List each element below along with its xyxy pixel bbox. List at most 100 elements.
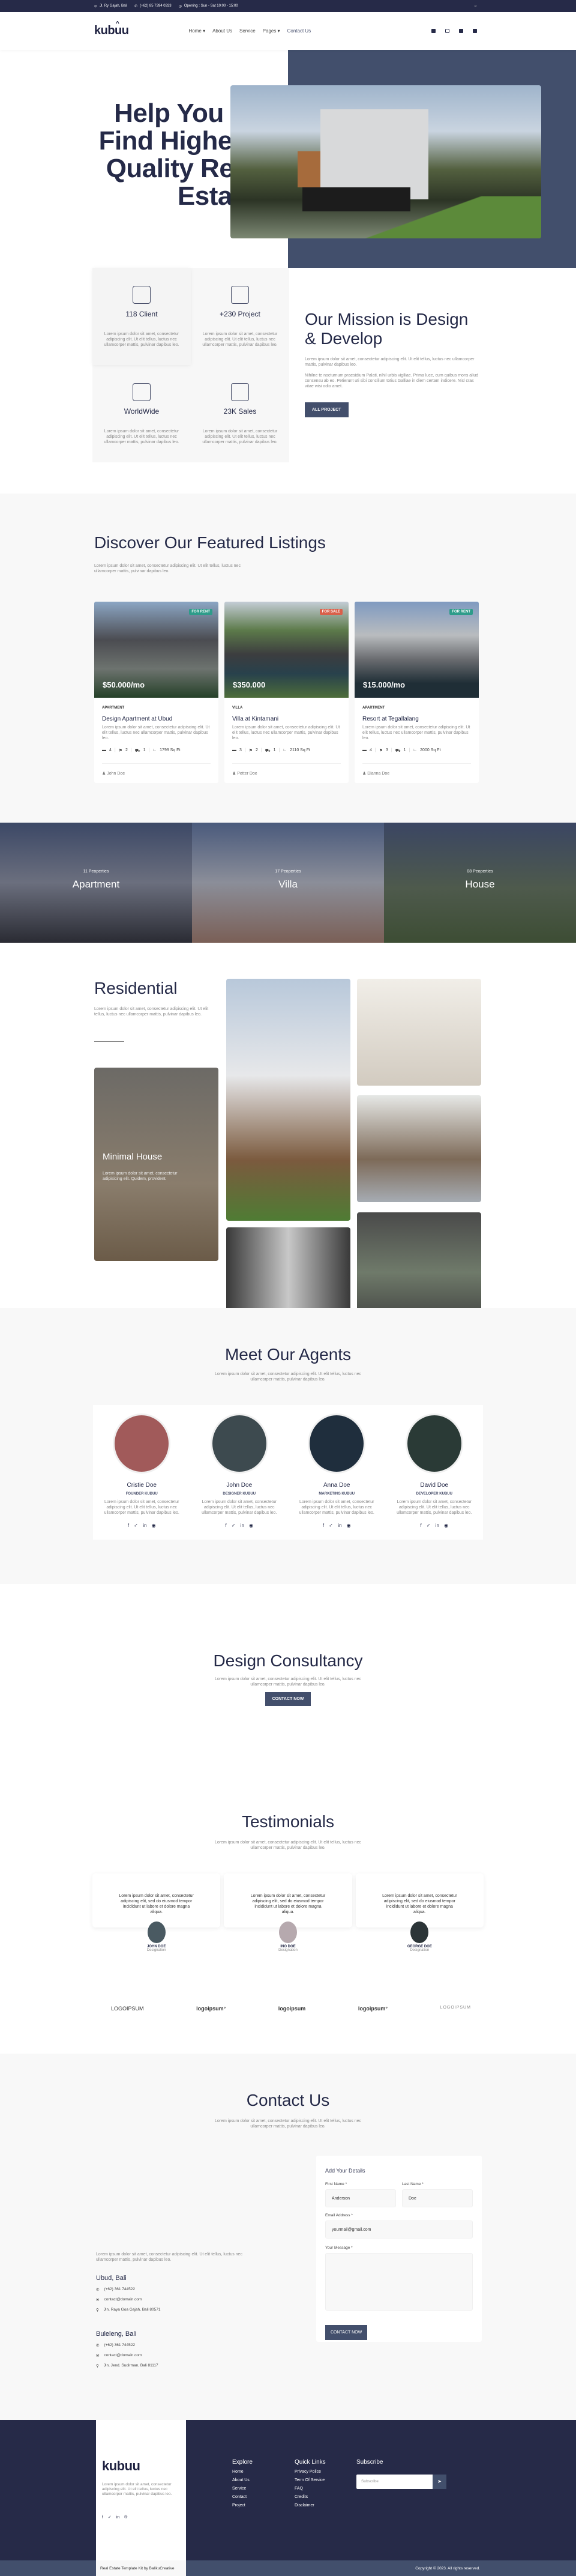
listing-cards: FOR RENT $50.000/mo APARTMENT Design Apar… [94,602,479,783]
subscribe-input[interactable]: Subscribe [356,2475,433,2489]
youtube-icon[interactable] [473,29,477,33]
testimonial-avatar [410,1921,429,1943]
footer-link[interactable]: Privacy Police [295,2470,326,2474]
car-icon: ⛟ [395,749,401,753]
mail-icon: ✉ [96,2354,100,2358]
gallery-image-living [357,979,481,1086]
category-name: Apartment [72,878,120,890]
partner-logo: logoipsum° [358,2006,388,2012]
bath-icon: ⚑ [379,749,383,753]
listings-title: Discover Our Featured Listings [94,533,326,552]
footer-link[interactable]: Disclaimer [295,2503,326,2508]
stat-card: 118 Client Lorem ipsum dolor sit amet, co… [92,268,191,365]
office-phone: ✆ (+62) 361 744522 [96,2287,135,2292]
search-icon[interactable]: ⌕ [475,3,477,9]
footer-link[interactable]: Service [232,2487,253,2491]
nav-item-contact[interactable]: Contact Us [287,28,311,34]
last-name-input[interactable]: Doe [402,2189,473,2207]
footer-link[interactable]: Contact [232,2495,253,2499]
testimonials-subtitle: Lorem ipsum dolor sit amet, consectetur … [215,1840,361,1850]
phone-icon: ✆ [134,4,138,8]
stat-text: Lorem ipsum dolor sit amet, consectetur … [104,429,179,444]
all-project-button[interactable]: ALL PROJECT [305,402,349,417]
nav-item-home[interactable]: Home ▾ [189,28,206,34]
last-name-label: Last Name * [402,2182,424,2186]
partner-logos: LOGOIPSUM logoipsum° logoipsum logoipsum… [111,2006,471,2012]
minimal-house-card[interactable]: Minimal House Lorem ipsum dolor sit amet,… [94,1068,218,1261]
location-icon: ⚲ [96,2364,99,2368]
category-house[interactable]: 08 Peoperties House [384,823,576,943]
contact-intro: Lorem ipsum dolor sit amet, consectetur … [96,2252,242,2262]
first-name-label: First Name * [325,2182,347,2186]
footer-explore: Explore Home About Us Service Contact Pr… [232,2459,253,2508]
listing-name[interactable]: Resort at Tegallalang [362,716,471,722]
message-textarea[interactable] [325,2253,473,2311]
map-icon [133,383,151,401]
consultancy-section: Design Consultancy Lorem ipsum dolor sit… [0,1651,576,1706]
header-socials [431,29,477,33]
listing-card[interactable]: FOR RENT $50.000/mo APARTMENT Design Apar… [94,602,218,783]
instagram-icon[interactable] [445,29,449,33]
listing-name[interactable]: Design Apartment at Ubud [102,716,211,722]
twitter-icon[interactable] [459,29,463,33]
location-icon: ⊙ [94,4,98,8]
agent-avatar [405,1413,463,1474]
form-submit-button[interactable]: CONTACT NOW [325,2325,368,2340]
mission-text-2: Nihilne te nocturnum praesidium Palati, … [305,373,479,389]
agent-socials[interactable]: f ✓ in ◉ [288,1523,386,1528]
listing-type: APARTMENT [102,706,125,710]
logo[interactable]: kubuu ^ [94,20,129,38]
category-villa[interactable]: 17 Peoperties Villa [192,823,384,943]
listing-type: APARTMENT [362,706,385,710]
agent-socials[interactable]: f ✓ in ◉ [386,1523,484,1528]
testimonial-quote: Lorem ipsum dolor sit amet, consectetur … [382,1894,457,1914]
listing-desc: Lorem ipsum dolor sit amet, consectetur … [102,725,210,740]
agent-role: DEVELOPER KUBUU [416,1492,452,1496]
office-city: Buleleng, Bali [96,2330,137,2338]
area-icon: ∟ [413,748,418,752]
send-icon[interactable]: ➤ [433,2475,446,2489]
facebook-icon[interactable] [431,29,436,33]
office-phone: ✆ (+62) 361 744522 [96,2343,135,2348]
footer-link[interactable]: Home [232,2470,253,2474]
nav-item-about[interactable]: About Us [212,28,232,34]
category-banners: 11 Peoperties Apartment 17 Peoperties Vill… [0,823,576,943]
divider [94,1041,124,1042]
listing-card[interactable]: FOR SALE $350.000 VILLA Villa at Kintaman… [224,602,349,783]
stat-text: Lorem ipsum dolor sit amet, consectetur … [202,332,278,347]
listing-card[interactable]: FOR RENT $15.000/mo APARTMENT Resort at T… [355,602,479,783]
first-name-input[interactable]: Anderson [325,2189,396,2207]
hero-image [230,85,541,238]
agents-list: Cristie Doe FOUNDER KUBUU Lorem ipsum dolo… [93,1405,483,1540]
footer-link[interactable]: Credits [295,2495,326,2499]
agent-socials[interactable]: f ✓ in ◉ [191,1523,289,1528]
footer-link[interactable]: FAQ [295,2487,326,2491]
stat-card: 23K Sales Lorem ipsum dolor sit amet, con… [191,365,289,462]
bed-icon: ▬ [102,748,106,752]
mission-title: Our Mission is Design & Develop [305,310,469,348]
stat-card: WorldWide Lorem ipsum dolor sit amet, con… [92,365,191,462]
category-apartment[interactable]: 11 Peoperties Apartment [0,823,192,943]
agents-title: Meet Our Agents [224,1345,352,1364]
footer-link[interactable]: About Us [232,2478,253,2482]
footer-link[interactable]: Term Of Service [295,2478,326,2482]
agents-section: Meet Our Agents Lorem ipsum dolor sit am… [0,1308,576,1584]
footer-socials[interactable]: f ✓ in ® [102,2515,127,2520]
footer-logo[interactable]: kubuu [102,2458,140,2474]
contact-now-button[interactable]: CONTACT NOW [265,1692,311,1706]
stat-text: Lorem ipsum dolor sit amet, consectetur … [104,332,179,347]
agents-subtitle: Lorem ipsum dolor sit amet, consectetur … [215,1372,361,1382]
nav-item-service[interactable]: Service [239,28,256,34]
partner-logo: logoipsum [278,2006,306,2012]
listing-name[interactable]: Villa at Kintamani [232,716,341,722]
agent-name: John Doe [226,1482,253,1489]
email-input[interactable]: yourmail@gmail.com [325,2221,473,2239]
agent-card: John Doe DESIGNER KUBUU Lorem ipsum dolor … [190,1405,289,1540]
nav-item-pages[interactable]: Pages ▾ [263,28,280,34]
listing-price: $50.000/mo [103,680,145,689]
agent-socials[interactable]: f ✓ in ◉ [93,1523,191,1528]
topbar-hours: ◷ Opening : Sun - Sat 10:00 - 15:00 [178,4,238,8]
residential-section: Residential Lorem ipsum dolor sit amet, … [94,979,482,1347]
office-address: ⚲ Jln. Raya Goa Gajah, Bali 80571 [96,2308,161,2312]
footer-link[interactable]: Project [232,2503,253,2508]
